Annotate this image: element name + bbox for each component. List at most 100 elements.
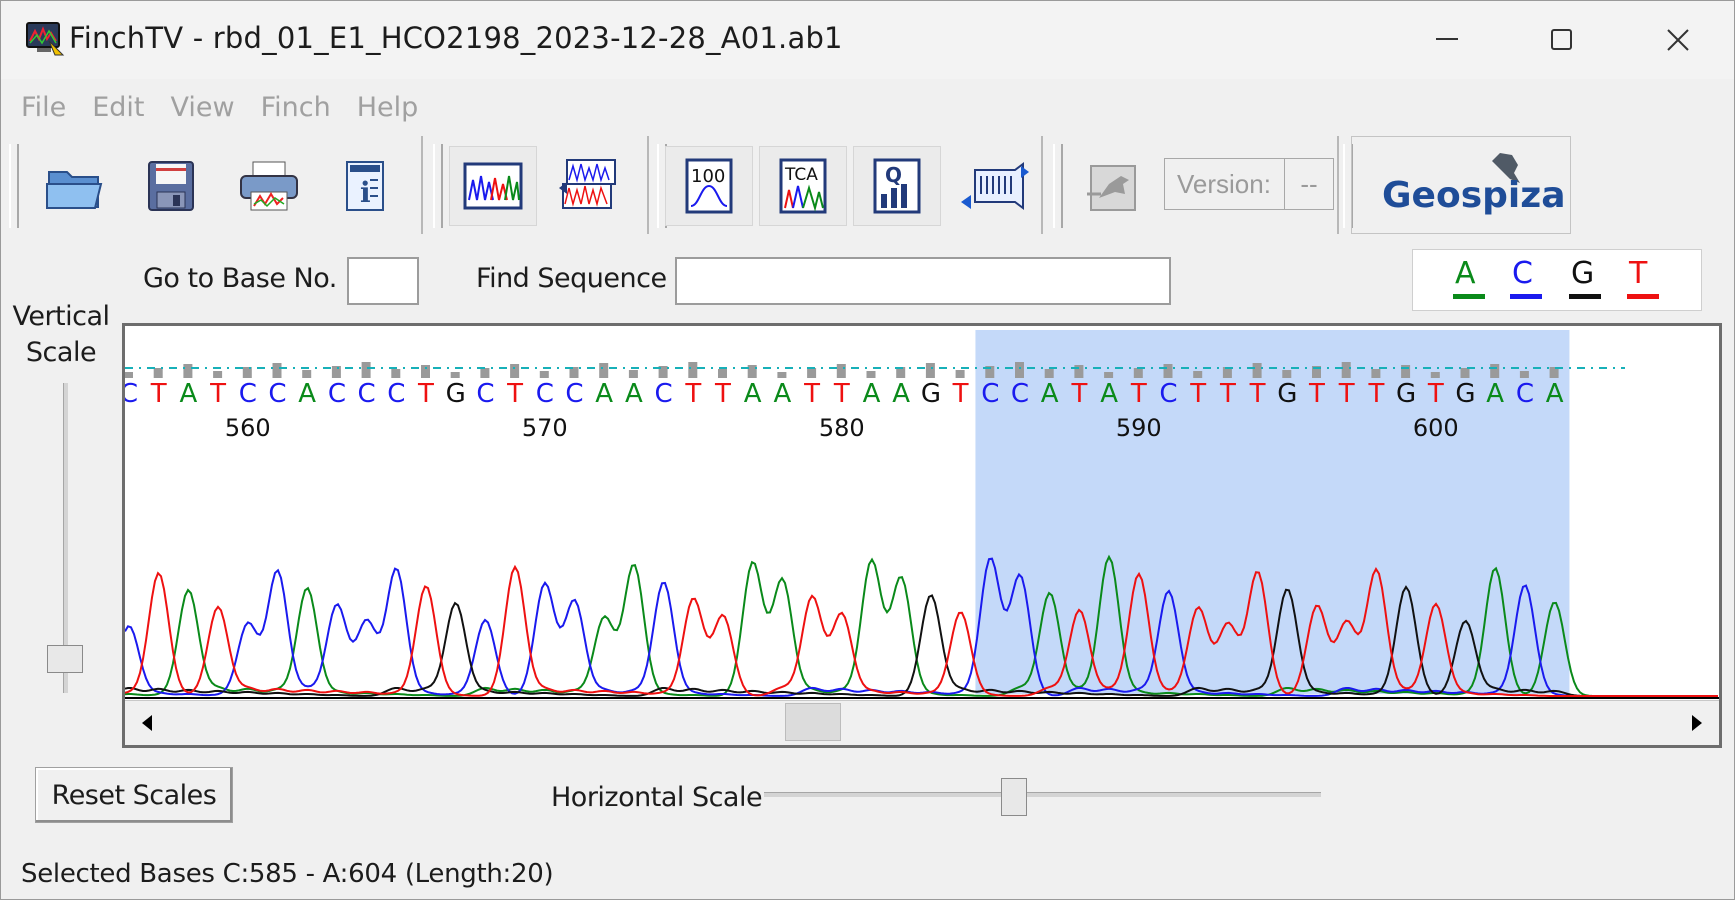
base-call: A — [1041, 379, 1059, 409]
menu-edit[interactable]: Edit — [92, 92, 144, 123]
blast-button[interactable] — [1069, 146, 1157, 226]
base-call: C — [1011, 379, 1029, 409]
reset-scales-button[interactable]: Reset Scales — [35, 767, 233, 823]
toolbar-separator — [1337, 136, 1339, 234]
version-box: Version: -- — [1164, 158, 1334, 210]
menu-file[interactable]: File — [21, 92, 66, 123]
base-call: A — [180, 379, 198, 409]
base-call: G — [921, 379, 941, 409]
base-call: T — [684, 379, 701, 409]
quality-bar — [391, 369, 401, 378]
base-calls: CTATCCACCCTGCTCCAACTTAATTAAGTCCATATCTTTG… — [125, 379, 1564, 409]
version-label: Version: — [1165, 159, 1285, 209]
quality-bar — [777, 372, 787, 378]
quality-bar — [718, 369, 727, 378]
quality-bar — [747, 365, 757, 378]
quality-bar — [480, 368, 490, 378]
print-button[interactable] — [225, 146, 313, 226]
vertical-scale-thumb[interactable] — [47, 645, 83, 673]
horizontal-scrollbar[interactable] — [125, 700, 1719, 745]
quality-score-icon: 100 — [685, 158, 733, 214]
quality-bar — [866, 371, 876, 378]
goto-base-label: Go to Base No. — [143, 263, 337, 294]
close-icon — [1667, 29, 1689, 51]
close-button[interactable] — [1648, 15, 1708, 65]
legend-t-swatch — [1627, 294, 1659, 299]
quality-bar — [1074, 365, 1084, 378]
quality-bar — [688, 362, 698, 378]
tca-view-button[interactable]: TCA — [759, 146, 847, 226]
base-call: G — [1277, 379, 1297, 409]
horizontal-scale-track[interactable] — [764, 792, 1321, 797]
scroll-sequence-button[interactable] — [951, 146, 1039, 226]
base-call: A — [1486, 379, 1504, 409]
scroll-right-button[interactable] — [1675, 701, 1719, 745]
toolbar-grip[interactable] — [1053, 144, 1063, 228]
toolbar: i 100 TCA Q Version: -- Geospiza — [1, 136, 1581, 234]
base-call: T — [1130, 379, 1147, 409]
quality-bars — [125, 362, 1559, 378]
svg-text:TCA: TCA — [784, 165, 818, 185]
toolbar-grip[interactable] — [433, 144, 443, 228]
legend-t: T — [1629, 256, 1648, 291]
quality-bar — [213, 371, 223, 378]
menu-help[interactable]: Help — [357, 92, 419, 123]
multi-trace-icon — [559, 159, 616, 209]
scroll-left-button[interactable] — [125, 701, 169, 745]
find-sequence-label: Find Sequence — [476, 263, 667, 294]
base-call: T — [1070, 379, 1087, 409]
toolbar-grip[interactable] — [9, 144, 19, 228]
base-call: A — [625, 379, 643, 409]
quality-100-button[interactable]: 100 — [665, 146, 753, 226]
chromatogram-trace[interactable]: CTATCCACCCTGCTCCAACTTAATTAAGTCCATATCTTTG… — [125, 326, 1719, 701]
base-call: C — [476, 379, 494, 409]
quality-bar — [153, 368, 163, 378]
base-call: T — [803, 379, 820, 409]
save-disk-icon — [148, 161, 194, 211]
quality-chart-icon: Q — [873, 158, 921, 214]
quality-bar — [331, 366, 341, 378]
vertical-scale-label-line2: Scale — [25, 337, 97, 368]
base-call: G — [446, 379, 466, 409]
quality-chart-button[interactable]: Q — [853, 146, 941, 226]
chromatogram-panel[interactable]: CTATCCACCCTGCTCCAACTTAATTAAGTCCATATCTTTG… — [122, 323, 1722, 748]
status-bar-text: Selected Bases C:585 - A:604 (Length:20) — [21, 859, 554, 889]
chromatogram-view-button[interactable] — [449, 146, 537, 226]
menu-finch[interactable]: Finch — [261, 92, 331, 123]
goto-base-input[interactable] — [347, 257, 419, 305]
base-call: T — [1219, 379, 1236, 409]
base-call: T — [1338, 379, 1355, 409]
horizontal-scale-thumb[interactable] — [1001, 778, 1027, 816]
base-call: T — [952, 379, 969, 409]
base-call: A — [298, 379, 316, 409]
base-call: C — [328, 379, 346, 409]
quality-bar — [628, 370, 638, 378]
multi-trace-button[interactable] — [545, 146, 633, 226]
base-call: A — [1546, 379, 1564, 409]
position-label: 600 — [1413, 414, 1459, 442]
toolbar-separator — [421, 136, 423, 234]
base-call: C — [1159, 379, 1177, 409]
quality-bar — [1401, 365, 1411, 378]
base-call: A — [744, 379, 762, 409]
scrollbar-thumb[interactable] — [785, 703, 841, 741]
base-call: T — [1427, 379, 1444, 409]
base-call: T — [417, 379, 434, 409]
base-call: A — [1100, 379, 1118, 409]
quality-bar — [955, 370, 965, 378]
info-button[interactable]: i — [321, 146, 409, 226]
find-sequence-input[interactable] — [675, 257, 1171, 305]
base-call: T — [1189, 379, 1206, 409]
window-title: FinchTV - rbd_01_E1_HCO2198_2023-12-28_A… — [69, 21, 843, 55]
base-call: T — [150, 379, 167, 409]
maximize-button[interactable] — [1532, 15, 1592, 65]
minimize-button[interactable] — [1417, 15, 1477, 65]
save-file-button[interactable] — [127, 146, 215, 226]
menu-view[interactable]: View — [170, 92, 234, 123]
open-file-button[interactable] — [31, 146, 119, 226]
geospiza-logo: Geospiza — [1382, 153, 1565, 216]
base-call: T — [833, 379, 850, 409]
geospiza-logo-box[interactable]: Geospiza — [1351, 136, 1571, 234]
base-call: C — [268, 379, 286, 409]
toolbar-separator — [647, 136, 649, 234]
